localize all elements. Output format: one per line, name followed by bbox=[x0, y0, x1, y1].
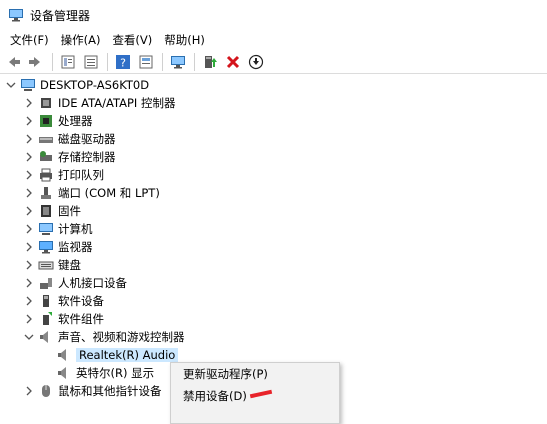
tree-item-ports[interactable]: 端口 (COM 和 LPT) bbox=[24, 184, 160, 202]
toolbar-separator bbox=[194, 52, 195, 71]
tree-item-disk[interactable]: 磁盘驱动器 bbox=[24, 130, 116, 148]
printer-icon bbox=[38, 167, 54, 183]
root-label: DESKTOP-AS6KT0D bbox=[40, 78, 150, 92]
chevron-down-icon[interactable] bbox=[6, 76, 16, 94]
device-manager-icon bbox=[9, 9, 23, 22]
list-icon[interactable] bbox=[82, 53, 100, 71]
tree-item-label: 端口 (COM 和 LPT) bbox=[58, 186, 160, 200]
tree-item-ide[interactable]: IDE ATA/ATAPI 控制器 bbox=[24, 94, 175, 112]
toolbar-separator bbox=[162, 52, 163, 71]
tree-item-label: 计算机 bbox=[58, 222, 93, 236]
ide-controller-icon bbox=[38, 95, 54, 111]
tree-item-label: 处理器 bbox=[58, 114, 93, 128]
tree-item-label: 存储控制器 bbox=[58, 150, 116, 164]
tree-item-realtek-audio[interactable]: Realtek(R) Audio bbox=[56, 346, 179, 364]
toolbar-separator bbox=[107, 52, 108, 71]
keyboard-icon bbox=[38, 257, 54, 273]
chevron-down-icon[interactable] bbox=[24, 328, 34, 346]
scan-icon[interactable] bbox=[247, 53, 265, 71]
disk-drive-icon bbox=[38, 131, 54, 147]
chevron-right-icon[interactable] bbox=[24, 130, 34, 148]
tree-item-sound[interactable]: 声音、视频和游戏控制器 bbox=[24, 328, 185, 346]
tree-item-computer[interactable]: 计算机 bbox=[24, 220, 93, 238]
monitor-icon[interactable] bbox=[169, 53, 187, 71]
hid-icon bbox=[38, 275, 54, 291]
tree-item-processor[interactable]: 处理器 bbox=[24, 112, 93, 130]
chevron-right-icon[interactable] bbox=[24, 184, 34, 202]
software-device-icon bbox=[38, 293, 54, 309]
tree-item-label: 监视器 bbox=[58, 240, 93, 254]
chevron-right-icon[interactable] bbox=[24, 166, 34, 184]
tree-item-storage[interactable]: 存储控制器 bbox=[24, 148, 116, 166]
tree-item-mouse[interactable]: 鼠标和其他指针设备 bbox=[24, 382, 162, 400]
menu-item-update-driver[interactable]: 更新驱动程序(P) bbox=[171, 363, 339, 385]
menu-file[interactable]: 文件(F) bbox=[4, 32, 55, 48]
tree-item-firmware[interactable]: 固件 bbox=[24, 202, 81, 220]
tree-item-label: IDE ATA/ATAPI 控制器 bbox=[58, 96, 176, 110]
processor-icon bbox=[38, 113, 54, 129]
tree-item-label: 磁盘驱动器 bbox=[58, 132, 116, 146]
tree-root[interactable]: DESKTOP-AS6KT0D bbox=[6, 76, 149, 94]
speaker-icon bbox=[56, 347, 72, 363]
chevron-right-icon[interactable] bbox=[24, 220, 34, 238]
menu-help[interactable]: 帮助(H) bbox=[158, 32, 211, 48]
window-title: 设备管理器 bbox=[30, 8, 91, 23]
tree-item-label: 鼠标和其他指针设备 bbox=[58, 384, 162, 398]
chevron-right-icon[interactable] bbox=[24, 202, 34, 220]
software-component-icon bbox=[38, 311, 54, 327]
speaker-icon bbox=[38, 329, 54, 345]
tree-item-software-component[interactable]: 软件组件 bbox=[24, 310, 104, 328]
uninstall-icon[interactable] bbox=[224, 53, 242, 71]
tree-item-intel-display-audio[interactable]: 英特尔(R) 显示 bbox=[56, 364, 154, 382]
menu-view[interactable]: 查看(V) bbox=[106, 32, 158, 48]
tree-item-software-device[interactable]: 软件设备 bbox=[24, 292, 104, 310]
chevron-right-icon[interactable] bbox=[24, 94, 34, 112]
properties-icon[interactable] bbox=[59, 53, 77, 71]
chevron-right-icon[interactable] bbox=[24, 310, 34, 328]
menu-action[interactable]: 操作(A) bbox=[55, 32, 107, 48]
speaker-icon bbox=[56, 365, 72, 381]
update-driver-icon[interactable] bbox=[201, 53, 219, 71]
tree-item-label: 键盘 bbox=[58, 258, 81, 272]
forward-icon[interactable] bbox=[27, 53, 45, 71]
tree-item-label: 声音、视频和游戏控制器 bbox=[58, 330, 185, 344]
tree-item-printer[interactable]: 打印队列 bbox=[24, 166, 104, 184]
chevron-right-icon[interactable] bbox=[24, 148, 34, 166]
tree-item-label: 人机接口设备 bbox=[58, 276, 127, 290]
tree-item-label: 打印队列 bbox=[58, 168, 104, 182]
toolbar: ? bbox=[0, 50, 547, 74]
computer-icon bbox=[20, 77, 36, 93]
svg-text:?: ? bbox=[120, 56, 126, 69]
chevron-right-icon[interactable] bbox=[24, 112, 34, 130]
tree-item-keyboard[interactable]: 键盘 bbox=[24, 256, 81, 274]
port-icon bbox=[38, 185, 54, 201]
chevron-right-icon[interactable] bbox=[24, 382, 34, 400]
help-icon[interactable]: ? bbox=[114, 53, 132, 71]
back-icon[interactable] bbox=[4, 53, 22, 71]
details-icon[interactable] bbox=[137, 53, 155, 71]
computer-icon bbox=[38, 221, 54, 237]
title-bar: 设备管理器 bbox=[0, 0, 547, 30]
mouse-icon bbox=[38, 383, 54, 399]
monitor-icon bbox=[38, 239, 54, 255]
chevron-right-icon[interactable] bbox=[24, 292, 34, 310]
tree-item-monitor[interactable]: 监视器 bbox=[24, 238, 93, 256]
storage-controller-icon bbox=[38, 149, 54, 165]
toolbar-separator bbox=[52, 52, 53, 71]
chevron-right-icon[interactable] bbox=[24, 274, 34, 292]
tree-item-hid[interactable]: 人机接口设备 bbox=[24, 274, 127, 292]
tree-item-label: 固件 bbox=[58, 204, 81, 218]
menu-bar: 文件(F) 操作(A) 查看(V) 帮助(H) bbox=[0, 30, 547, 50]
chevron-right-icon[interactable] bbox=[24, 256, 34, 274]
device-tree: DESKTOP-AS6KT0D IDE ATA/ATAPI 控制器 处理器 磁盘… bbox=[0, 76, 547, 400]
tree-item-label: 英特尔(R) 显示 bbox=[76, 366, 155, 380]
tree-item-label: 软件设备 bbox=[58, 294, 104, 308]
tree-item-label: Realtek(R) Audio bbox=[76, 348, 179, 362]
firmware-icon bbox=[38, 203, 54, 219]
chevron-right-icon[interactable] bbox=[24, 238, 34, 256]
tree-item-label: 软件组件 bbox=[58, 312, 104, 326]
